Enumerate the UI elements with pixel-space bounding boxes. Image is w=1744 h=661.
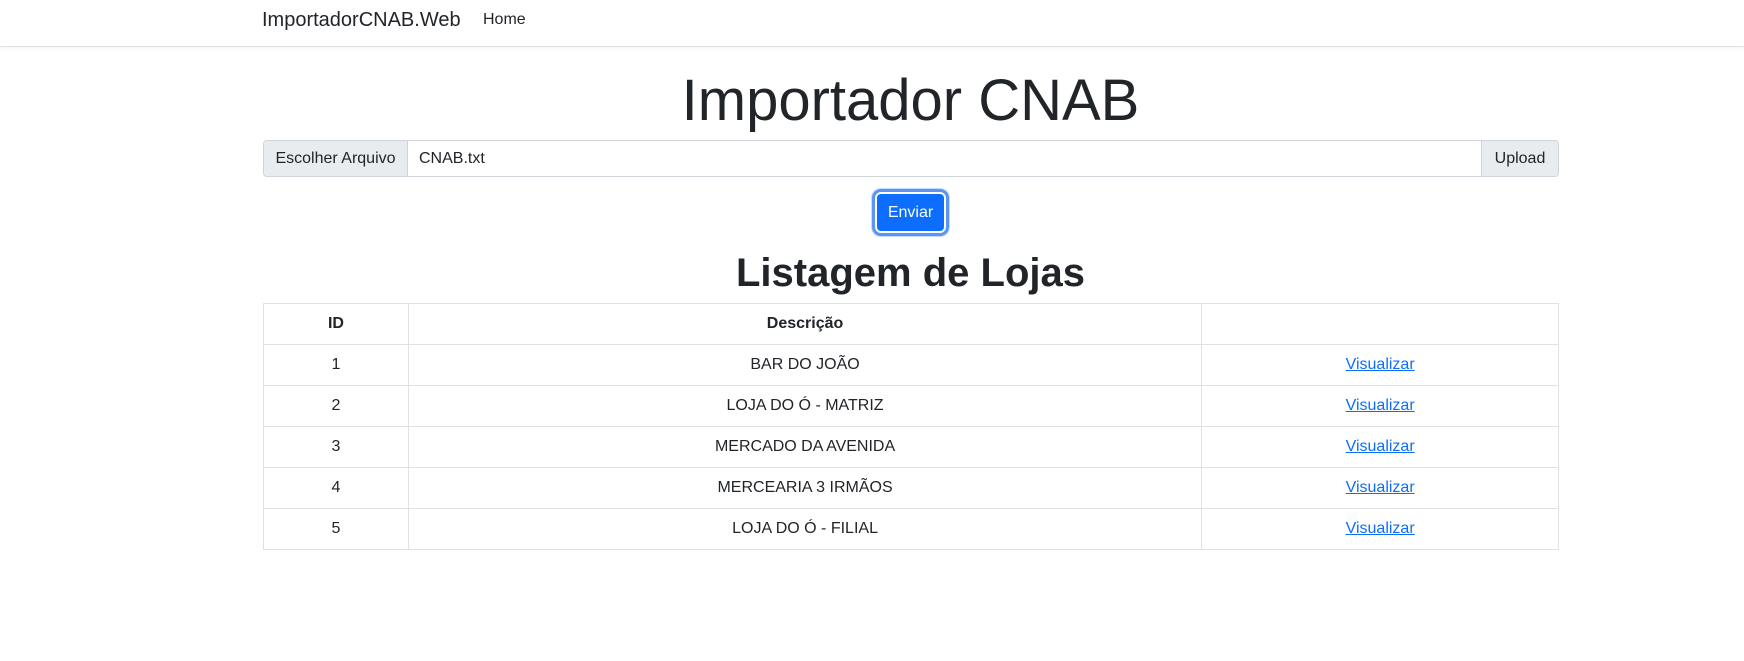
column-header-description: Descrição [407,303,1203,345]
stores-table: ID Descrição 1 BAR DO JOÃO Visualizar 2 … [263,303,1559,550]
brand-link[interactable]: ImportadorCNAB.Web [262,9,461,31]
page-title: Importador CNAB [681,68,1140,133]
cell-description: BAR DO JOÃO [407,344,1203,386]
cell-description: LOJA DO Ó - MATRIZ [407,385,1203,427]
column-header-actions [1201,303,1559,345]
view-link[interactable]: Visualizar [1346,438,1415,455]
view-link[interactable]: Visualizar [1346,479,1415,496]
cell-description: LOJA DO Ó - FILIAL [407,508,1203,550]
view-link[interactable]: Visualizar [1346,356,1415,373]
view-link[interactable]: Visualizar [1346,397,1415,414]
cell-id: 1 [263,344,409,386]
list-title: Listagem de Lojas [736,251,1085,295]
table-header-row: ID Descrição [263,303,1559,345]
nav-home-link[interactable]: Home [483,11,526,29]
table-row: 1 BAR DO JOÃO Visualizar [263,344,1559,386]
cell-id: 5 [263,508,409,550]
cell-id: 2 [263,385,409,427]
cell-action: Visualizar [1201,385,1559,427]
column-header-id: ID [263,303,409,345]
cell-description: MERCEARIA 3 IRMÃOS [407,467,1203,509]
cell-action: Visualizar [1201,508,1559,550]
cell-action: Visualizar [1201,344,1559,386]
view-link[interactable]: Visualizar [1346,520,1415,537]
cell-action: Visualizar [1201,426,1559,468]
cell-id: 4 [263,467,409,509]
cell-action: Visualizar [1201,467,1559,509]
navbar: ImportadorCNAB.Web Home [0,0,1744,47]
file-upload-group: Escolher Arquivo CNAB.txt Upload [263,140,1559,177]
file-name-field[interactable]: CNAB.txt [408,141,1481,176]
table-row: 4 MERCEARIA 3 IRMÃOS Visualizar [263,467,1559,509]
cell-description: MERCADO DA AVENIDA [407,426,1203,468]
table-row: 5 LOJA DO Ó - FILIAL Visualizar [263,508,1559,550]
cell-id: 3 [263,426,409,468]
upload-button[interactable]: Upload [1481,141,1558,176]
send-button[interactable]: Enviar [872,189,949,236]
choose-file-button[interactable]: Escolher Arquivo [264,141,408,176]
table-row: 2 LOJA DO Ó - MATRIZ Visualizar [263,385,1559,427]
table-row: 3 MERCADO DA AVENIDA Visualizar [263,426,1559,468]
